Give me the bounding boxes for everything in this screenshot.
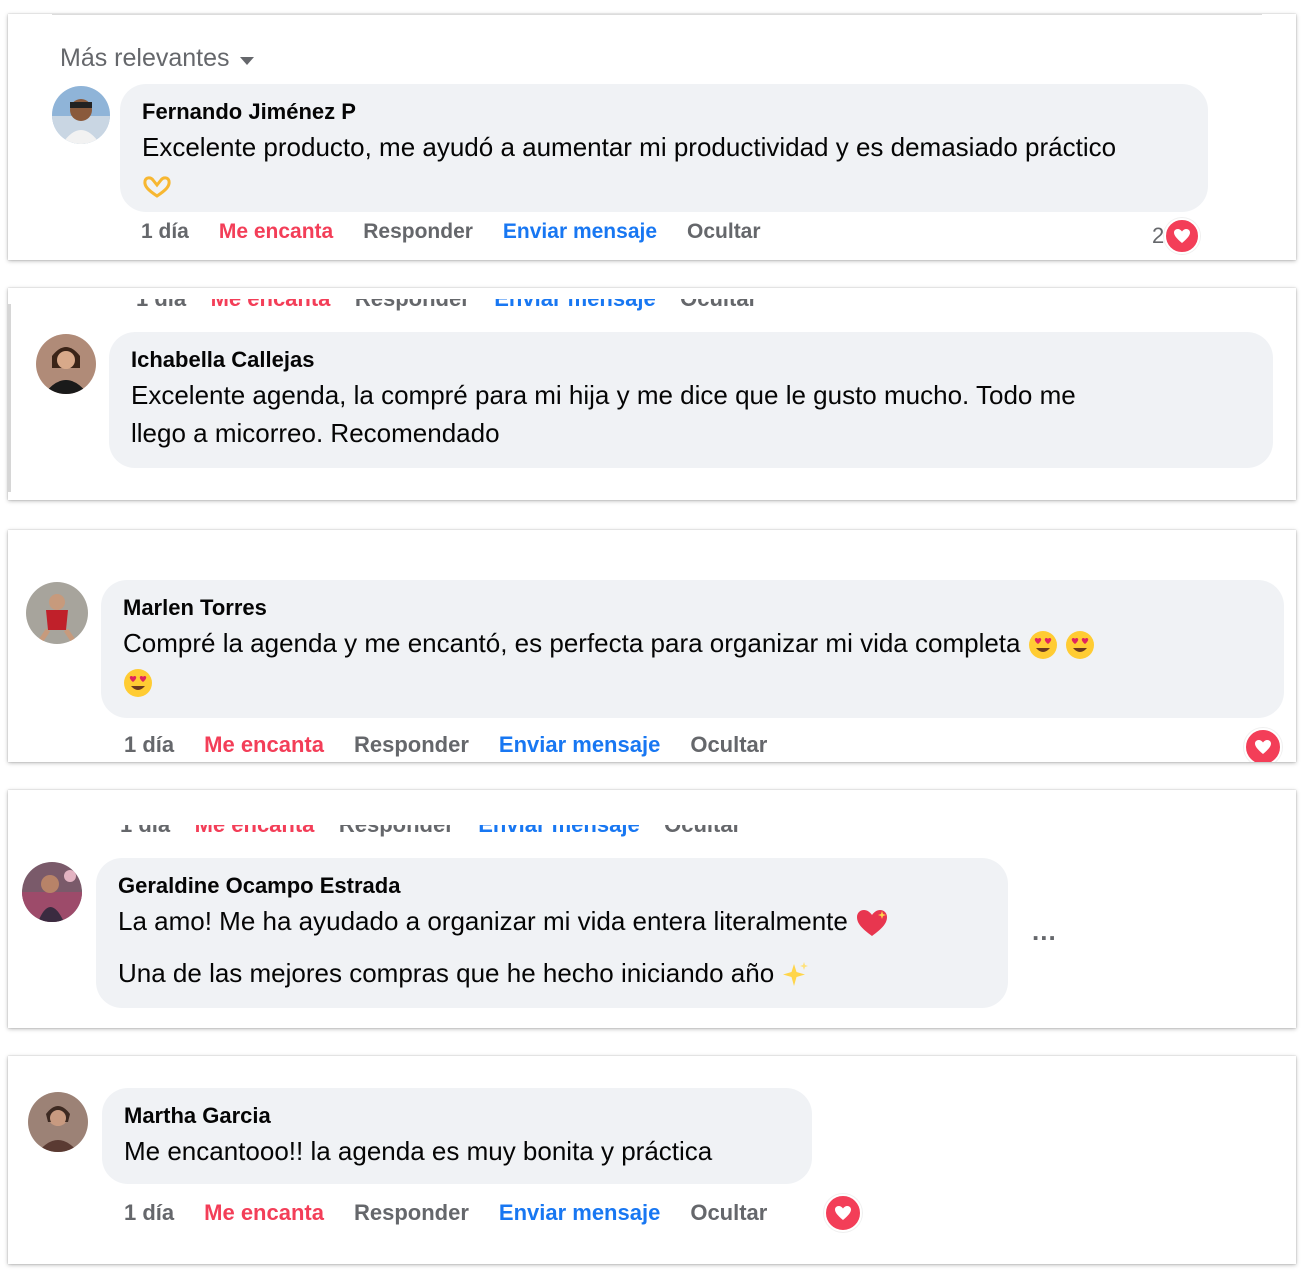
avatar[interactable] bbox=[22, 862, 82, 922]
timestamp[interactable]: 1 día bbox=[141, 220, 189, 244]
avatar[interactable] bbox=[36, 334, 96, 394]
comment-text-line: La amo! Me ha ayudado a organizar mi vid… bbox=[118, 906, 848, 936]
cropped-actions-row: 1 día Me encanta Responder Enviar mensaj… bbox=[136, 288, 758, 311]
comment-bubble: Fernando Jiménez P Excelente producto, m… bbox=[120, 84, 1208, 212]
love-reaction-icon bbox=[824, 1194, 862, 1232]
comment-text: Excelente producto, me ayudó a aumentar … bbox=[142, 128, 1186, 204]
love-reaction-icon bbox=[1244, 728, 1282, 762]
hide-button[interactable]: Ocultar bbox=[690, 1200, 767, 1226]
reaction-count: 2 bbox=[1152, 223, 1165, 248]
comment-card-1: Más relevantes Fernando Jiménez P Excele… bbox=[8, 14, 1296, 260]
reply-button[interactable]: Responder bbox=[354, 732, 469, 758]
heart-eyes-emoji-icon bbox=[1028, 631, 1057, 660]
reply-button[interactable]: Responder bbox=[363, 220, 473, 244]
comment-text: Me encantooo!! la agenda es muy bonita y… bbox=[124, 1136, 713, 1166]
comment-actions: 1 día Me encanta Responder Enviar mensaj… bbox=[124, 732, 797, 758]
hide-button[interactable]: Ocultar bbox=[687, 220, 761, 244]
comment-actions: 1 día Me encanta Responder Enviar mensaj… bbox=[124, 1200, 797, 1226]
comment-bubble: Martha Garcia Me encantooo!! la agenda e… bbox=[102, 1088, 812, 1184]
comment-author[interactable]: Geraldine Ocampo Estrada bbox=[118, 872, 986, 900]
sparkling-heart-emoji-icon bbox=[857, 910, 888, 937]
comment-card-2: 1 día Me encanta Responder Enviar mensaj… bbox=[8, 288, 1296, 500]
comment-author[interactable]: Fernando Jiménez P bbox=[142, 98, 1186, 126]
avatar[interactable] bbox=[26, 582, 88, 644]
comment-text: Compré la agenda y me encantó, es perfec… bbox=[123, 624, 1262, 700]
comment-bubble: Ichabella Callejas Excelente agenda, la … bbox=[109, 332, 1273, 468]
more-options-button[interactable]: ... bbox=[1032, 916, 1057, 947]
thread-line bbox=[8, 304, 11, 492]
reaction-summary[interactable] bbox=[1244, 728, 1282, 762]
reply-button[interactable]: Responder bbox=[354, 1200, 469, 1226]
comment-text-content: Excelente producto, me ayudó a aumentar … bbox=[142, 132, 1117, 162]
comment-author[interactable]: Ichabella Callejas bbox=[131, 346, 1251, 374]
love-button[interactable]: Me encanta bbox=[219, 220, 333, 244]
comment-author[interactable]: Martha Garcia bbox=[124, 1102, 790, 1130]
caret-down-icon bbox=[239, 56, 254, 65]
comment-bubble: Marlen Torres Compré la agenda y me enca… bbox=[101, 580, 1284, 718]
comment-text-line: Excelente agenda, la compré para mi hija… bbox=[131, 380, 1076, 410]
comment-bubble: Geraldine Ocampo Estrada La amo! Me ha a… bbox=[96, 858, 1008, 1008]
comment-text-line: Una de las mejores compras que he hecho … bbox=[118, 958, 775, 988]
comment-text-content: Compré la agenda y me encantó, es perfec… bbox=[123, 628, 1021, 658]
comment-text-line: llego a micorreo. Recomendado bbox=[131, 418, 500, 448]
heart-hands-emoji-icon bbox=[143, 176, 171, 198]
heart-eyes-emoji-icon bbox=[1065, 631, 1094, 660]
comment-text: Excelente agenda, la compré para mi hija… bbox=[131, 376, 1251, 452]
timestamp[interactable]: 1 día bbox=[124, 1200, 174, 1226]
send-message-button[interactable]: Enviar mensaje bbox=[499, 1200, 660, 1226]
sort-label: Más relevantes bbox=[60, 44, 230, 72]
love-button[interactable]: Me encanta bbox=[204, 732, 324, 758]
cropped-actions-row: 1 día Me encanta Responder Enviar mensaj… bbox=[120, 812, 742, 837]
avatar[interactable] bbox=[52, 86, 110, 144]
reaction-summary[interactable]: 2 bbox=[1152, 218, 1201, 254]
sparkles-emoji-icon bbox=[783, 962, 809, 987]
love-button[interactable]: Me encanta bbox=[204, 1200, 324, 1226]
avatar[interactable] bbox=[28, 1092, 88, 1152]
sort-dropdown[interactable]: Más relevantes bbox=[60, 44, 254, 73]
comment-author[interactable]: Marlen Torres bbox=[123, 594, 1262, 622]
hide-button[interactable]: Ocultar bbox=[690, 732, 767, 758]
comment-card-3: Marlen Torres Compré la agenda y me enca… bbox=[8, 530, 1296, 762]
comment-actions: 1 día Me encanta Responder Enviar mensaj… bbox=[141, 220, 791, 244]
timestamp[interactable]: 1 día bbox=[124, 732, 174, 758]
comment-card-4: 1 día Me encanta Responder Enviar mensaj… bbox=[8, 790, 1296, 1028]
reaction-summary[interactable] bbox=[824, 1194, 862, 1232]
comment-card-5: Martha Garcia Me encantooo!! la agenda e… bbox=[8, 1056, 1296, 1264]
send-message-button[interactable]: Enviar mensaje bbox=[499, 732, 660, 758]
heart-eyes-emoji-icon bbox=[124, 669, 152, 698]
love-reaction-icon bbox=[1164, 218, 1201, 254]
comment-text: La amo! Me ha ayudado a organizar mi vid… bbox=[118, 902, 986, 992]
divider bbox=[52, 14, 1262, 15]
send-message-button[interactable]: Enviar mensaje bbox=[503, 220, 657, 244]
